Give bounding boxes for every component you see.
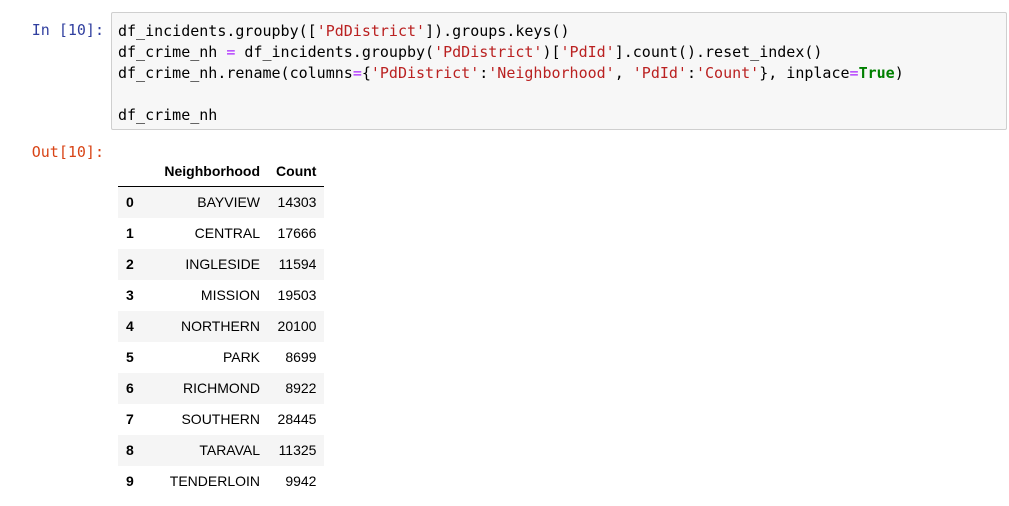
- code-token: 'Neighborhood': [488, 64, 615, 82]
- table-row: 1 CENTRAL 17666: [118, 218, 324, 249]
- input-prompt: In [10]:: [31, 21, 104, 39]
- table-row: 2 INGLESIDE 11594: [118, 248, 325, 280]
- neighborhood-cell: CENTRAL: [194, 225, 261, 241]
- code-block[interactable]: df_incidents.groupby(['PdDistrict']).gro…: [118, 21, 904, 126]
- count-cell: 9942: [285, 473, 317, 489]
- row-index: 5: [126, 349, 134, 365]
- count-cell: 11594: [278, 256, 317, 272]
- row-index: 2: [126, 256, 134, 272]
- neighborhood-cell: PARK: [222, 349, 261, 365]
- count-cell: 28445: [277, 411, 317, 427]
- code-token: ,: [614, 64, 633, 82]
- code-token: :: [479, 64, 489, 82]
- count-cell: 19503: [277, 287, 317, 303]
- neighborhood-cell: MISSION: [200, 287, 261, 303]
- count-cell: 14303: [277, 194, 317, 211]
- table-row: 6 RICHMOND 8922: [118, 372, 325, 404]
- table-row: 3 MISSION 19503: [118, 280, 324, 311]
- neighborhood-cell: NORTHERN: [180, 318, 261, 334]
- code-token: df_crime_nh: [118, 43, 227, 61]
- code-token: df_crime_nh: [118, 106, 218, 124]
- code-token: =: [849, 64, 859, 82]
- code-token: 'PdId': [560, 43, 615, 61]
- code-token: 'Count': [696, 64, 760, 82]
- output-prompt: Out[10]:: [31, 143, 104, 161]
- code-token: df_crime_nh.rename(columns: [118, 64, 353, 82]
- table-row: 7 SOUTHERN 28445: [118, 404, 324, 435]
- neighborhood-cell: INGLESIDE: [185, 256, 261, 272]
- row-index: 0: [126, 194, 134, 211]
- code-token: 'PdDistrict': [370, 64, 480, 82]
- table-header-row: Neighborhood Count: [118, 155, 325, 187]
- code-token: df_incidents.groupby(: [235, 43, 435, 61]
- output-area: Neighborhood Count 0 BAYVIEW 14303 1 CENTRAL…: [118, 155, 325, 497]
- neighborhood-cell: TARAVAL: [199, 442, 261, 458]
- code-token: 'PdDistrict': [434, 43, 543, 61]
- count-cell: 20100: [277, 318, 317, 334]
- count-cell: 17666: [277, 225, 317, 241]
- row-index: 4: [126, 318, 134, 334]
- row-index: 1: [126, 225, 134, 241]
- neighborhood-cell: RICHMOND: [183, 380, 261, 396]
- neighborhood-cell: TENDERLOIN: [169, 473, 261, 489]
- count-cell: 11325: [278, 442, 317, 458]
- code-line: df_crime_nh: [118, 105, 904, 126]
- column-header-count: Count: [268, 155, 325, 187]
- row-index: 7: [126, 411, 134, 427]
- code-token: =: [352, 64, 362, 82]
- code-token: }, inplace: [759, 64, 850, 82]
- count-cell: 8699: [285, 349, 317, 365]
- table-row: 9 TENDERLOIN 9942: [118, 466, 324, 497]
- code-token: df_incidents.groupby([: [118, 22, 317, 40]
- column-header-neighborhood: Neighborhood: [151, 155, 269, 187]
- code-token: ].count().reset_index(): [614, 43, 823, 61]
- table-row: 4 NORTHERN 20100: [118, 310, 325, 342]
- neighborhood-cell: BAYVIEW: [197, 194, 261, 211]
- count-cell: 8922: [285, 380, 317, 396]
- code-cell-editor[interactable]: df_incidents.groupby(['PdDistrict']).gro…: [111, 12, 1007, 130]
- code-token: )[: [542, 43, 561, 61]
- row-index: 9: [126, 473, 134, 489]
- code-token: True: [858, 64, 895, 82]
- code-line: df_crime_nh.rename(columns={'PdDistrict'…: [118, 63, 904, 84]
- neighborhood-cell: SOUTHERN: [181, 411, 261, 427]
- dataframe-table: Neighborhood Count 0 BAYVIEW 14303 1 CENTRAL…: [118, 155, 325, 497]
- code-line: df_crime_nh = df_incidents.groupby('PdDi…: [118, 42, 904, 63]
- code-line: df_incidents.groupby(['PdDistrict']).gro…: [118, 21, 904, 42]
- code-token: {: [361, 64, 371, 82]
- code-token: :: [686, 64, 696, 82]
- row-index: 8: [126, 442, 134, 458]
- row-index: 3: [126, 287, 134, 303]
- table-row: 5 PARK 8699: [118, 342, 324, 373]
- code-token: 'PdId': [632, 64, 687, 82]
- code-token: 'PdDistrict': [316, 22, 426, 40]
- code-token: ): [894, 64, 904, 82]
- table-row: 8 TARAVAL 11325: [118, 434, 325, 466]
- index-header: [118, 155, 152, 187]
- row-index: 6: [126, 380, 134, 396]
- code-token: ]).groups.keys(): [425, 22, 570, 40]
- table-row: 0 BAYVIEW 14303: [118, 186, 325, 218]
